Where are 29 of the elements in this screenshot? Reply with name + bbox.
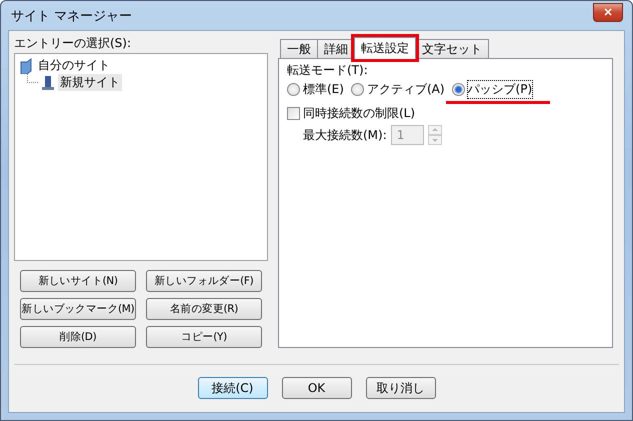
entry-button[interactable]: 新しいブックマーク(M) [20, 298, 136, 320]
entry-button[interactable]: 削除(D) [20, 326, 136, 348]
radio-label: 標準(E) [303, 81, 344, 98]
checkbox-label: 同時接続数の制限(L) [303, 105, 416, 122]
radio-label: パッシブ(P) [468, 81, 532, 98]
dialog-button[interactable]: 取り消し [366, 377, 436, 399]
entry-button[interactable]: コピー(Y) [146, 326, 262, 348]
server-icon [41, 74, 55, 90]
checkbox[interactable] [287, 107, 300, 120]
tab[interactable]: 一般 [280, 39, 318, 58]
entry-label: エントリーの選択(S): [14, 36, 132, 51]
entry-button[interactable]: 新しいフォルダー(F) [146, 270, 262, 292]
tree-item[interactable]: 新規サイト [58, 74, 122, 91]
radio-label: アクティブ(A) [366, 81, 445, 98]
tab[interactable]: 転送設定 [354, 37, 416, 59]
radio-button[interactable] [452, 83, 465, 96]
entry-button[interactable]: 名前の変更(R) [146, 298, 262, 320]
max-connections-label: 最大接続数(M): [303, 126, 387, 144]
dialog-button[interactable]: 接続(C) [198, 377, 268, 399]
transfer-mode-label: 転送モード(T): [287, 63, 369, 78]
window-title: サイト マネージャー [10, 8, 132, 24]
folder-icon [19, 58, 33, 74]
tree-item[interactable]: 自分のサイト [36, 57, 112, 74]
dialog-button[interactable]: OK [282, 377, 352, 399]
radio-button[interactable] [350, 83, 364, 96]
radio-button[interactable] [287, 83, 300, 96]
close-button[interactable]: ✕ [593, 3, 623, 22]
spin-arrows-icon[interactable] [428, 125, 442, 145]
entry-button[interactable]: 新しいサイト(N) [20, 270, 136, 292]
